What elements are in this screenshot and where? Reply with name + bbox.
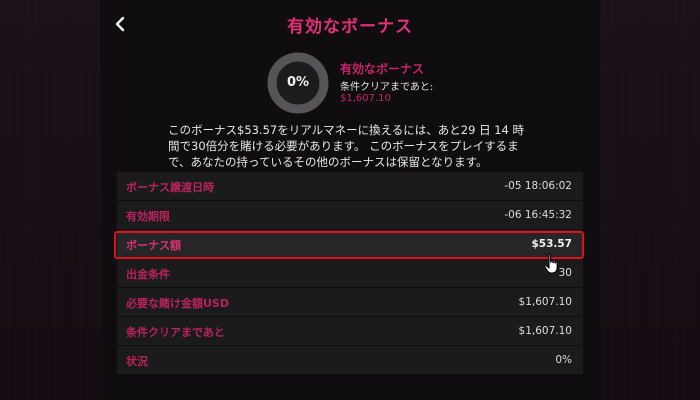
detail-label: 必要な賭け金額USD bbox=[126, 297, 229, 310]
detail-label: 出金条件 bbox=[126, 268, 170, 281]
detail-value: $53.57 bbox=[531, 238, 572, 250]
detail-row-required-wager: 必要な賭け金額USD $1,607.10 bbox=[117, 288, 583, 317]
detail-row-status: 状況 0% bbox=[117, 346, 583, 375]
detail-label: ボーナス額 bbox=[126, 239, 181, 252]
bonus-details-table: ボーナス譲渡日時 -05 18:06:02 有効期限 -06 16:45:32 … bbox=[117, 172, 583, 375]
detail-value: $1,607.10 bbox=[518, 325, 572, 337]
detail-value: 0% bbox=[555, 354, 572, 366]
detail-row-bonus-amount[interactable]: ボーナス額 $53.57 bbox=[117, 230, 583, 259]
detail-label: 有効期限 bbox=[126, 210, 170, 223]
detail-row-withdraw-condition: 出金条件 30 bbox=[117, 259, 583, 288]
description-line: 間で30倍分を賭ける必要があります。 このボーナスをプレイするま bbox=[168, 139, 519, 153]
detail-label: 条件クリアまであと bbox=[126, 326, 225, 339]
description-line: このボーナス$53.57をリアルマネーに換えるには、あと29 日 14 時 bbox=[168, 123, 525, 137]
detail-value: -05 18:06:02 bbox=[504, 180, 572, 192]
bonus-description: このボーナス$53.57をリアルマネーに換えるには、あと29 日 14 時 間で… bbox=[168, 122, 533, 170]
detail-value: $1,607.10 bbox=[518, 296, 572, 308]
page-title: 有効なボーナス bbox=[287, 17, 413, 37]
summary-title: 有効なボーナス bbox=[340, 62, 425, 76]
detail-row-remaining: 条件クリアまであと $1,607.10 bbox=[117, 317, 583, 346]
hand-pointer-icon bbox=[543, 253, 558, 274]
summary-amount: $1,607.10 bbox=[340, 93, 391, 104]
summary-subtitle: 条件クリアまであと: bbox=[340, 82, 434, 93]
detail-label: ボーナス譲渡日時 bbox=[126, 181, 214, 194]
progress-percent: 0% bbox=[286, 75, 310, 90]
detail-value: -06 16:45:32 bbox=[504, 209, 572, 221]
detail-label: 状況 bbox=[126, 355, 148, 368]
description-line: で、あなたの持っているその他のボーナスは保留となります。 bbox=[168, 155, 488, 169]
detail-row-expiry: 有効期限 -06 16:45:32 bbox=[117, 201, 583, 230]
detail-row-grant-date: ボーナス譲渡日時 -05 18:06:02 bbox=[117, 172, 583, 201]
